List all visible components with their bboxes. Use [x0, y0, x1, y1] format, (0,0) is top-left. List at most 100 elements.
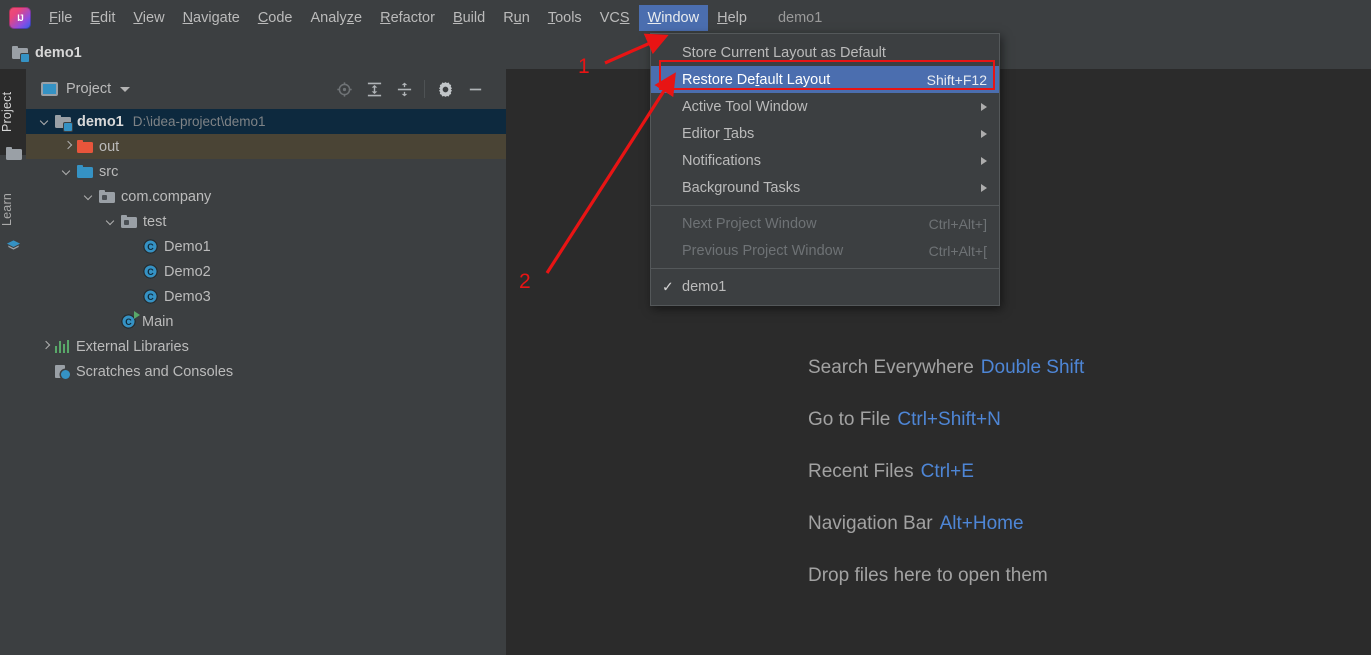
collapse-all-icon[interactable] [389, 76, 419, 102]
menu-item-demo1[interactable]: ✓ demo1 [651, 273, 999, 300]
check-icon: ✓ [662, 278, 674, 294]
tree-row-label: demo1 [77, 113, 124, 130]
menu-item-active-tool-window[interactable]: Active Tool Window [651, 93, 999, 120]
menu-item-label: Notifications [682, 152, 761, 169]
menubar-item-run[interactable]: Run [494, 5, 539, 31]
menu-item-notifications[interactable]: Notifications [651, 147, 999, 174]
chevron-down-icon[interactable] [84, 191, 95, 202]
menubar-item-vcs[interactable]: VCS [591, 5, 639, 31]
project-folder-icon [55, 114, 72, 131]
menubar-project-label: demo1 [777, 10, 823, 26]
editor-hint: Navigation Bar Alt+Home [808, 513, 1084, 535]
tree-row[interactable]: Demo1 [26, 234, 506, 259]
submenu-arrow-icon [981, 156, 987, 165]
tree-row-label: out [99, 138, 120, 155]
chevron-right-icon[interactable] [40, 341, 51, 352]
menubar-item-refactor[interactable]: Refactor [371, 5, 444, 31]
package-icon [121, 214, 137, 229]
idea-window: FileEditViewNavigateCodeAnalyzeRefactorB… [0, 0, 1371, 655]
tree-row[interactable]: Scratches and Consoles [26, 359, 506, 384]
project-tool-window: Project demo1 D:\idea-project\demo1 out … [26, 69, 507, 655]
menubar-item-analyze[interactable]: Analyze [302, 5, 372, 31]
submenu-arrow-icon [981, 129, 987, 138]
project-view-icon [41, 82, 58, 96]
chevron-down-icon[interactable] [40, 116, 51, 127]
tree-row-label: External Libraries [76, 338, 189, 355]
tree-row-label: test [143, 213, 167, 230]
editor-hints: Search Everywhere Double Shift Go to File C… [808, 357, 1084, 617]
java-main-class-icon [121, 311, 140, 329]
tree-row[interactable]: demo1 D:\idea-project\demo1 [26, 109, 506, 134]
menu-separator [651, 268, 999, 269]
chevron-right-icon[interactable] [62, 141, 73, 152]
tree-row-path: D:\idea-project\demo1 [132, 114, 266, 129]
editor-hint-action: Drop files here to open them [808, 565, 1048, 586]
java-class-icon [143, 239, 158, 254]
editor-hint-action: Navigation Bar [808, 513, 933, 534]
menu-item-editor-tabs[interactable]: Editor Tabs [651, 120, 999, 147]
sidebar-item-learn[interactable]: Learn [0, 173, 26, 247]
editor-hint-shortcut: Alt+Home [939, 513, 1024, 534]
menubar-item-view[interactable]: View [124, 5, 173, 31]
menu-item-label: Previous Project Window [682, 242, 844, 259]
menu-item-shortcut: Ctrl+Alt+] [928, 215, 987, 232]
tree-row-label: Demo3 [164, 288, 211, 305]
editor-hint-action: Recent Files [808, 461, 914, 482]
menubar-item-navigate[interactable]: Navigate [174, 5, 249, 31]
menubar-item-file[interactable]: File [40, 5, 81, 31]
expand-all-icon[interactable] [359, 76, 389, 102]
chevron-down-icon[interactable] [62, 166, 73, 177]
tree-row-label: Demo2 [164, 263, 211, 280]
menu-item-label: demo1 [682, 278, 727, 295]
folder-blue-icon [77, 164, 93, 179]
tree-row[interactable]: External Libraries [26, 334, 506, 359]
menu-item-shortcut: Ctrl+Alt+[ [928, 242, 987, 259]
submenu-arrow-icon [981, 102, 987, 111]
editor-hint: Search Everywhere Double Shift [808, 357, 1084, 379]
annotation-number-1: 1 [578, 55, 590, 78]
menubar-item-tools[interactable]: Tools [539, 5, 591, 31]
tree-no-arrow [40, 366, 51, 377]
learn-tab-icon [6, 239, 21, 253]
chevron-down-icon[interactable] [106, 216, 117, 227]
editor-hint-action: Go to File [808, 409, 891, 430]
stripe-label-learn: Learn [0, 193, 14, 227]
menu-item-label: Background Tasks [682, 179, 801, 196]
menubar-item-code[interactable]: Code [249, 5, 302, 31]
tree-row[interactable]: out [26, 134, 506, 159]
java-class-icon [143, 289, 158, 304]
tree-row[interactable]: test [26, 209, 506, 234]
menubar-item-window[interactable]: Window [638, 5, 709, 31]
sidebar-item-project[interactable]: Project [0, 69, 26, 155]
tree-no-arrow [128, 291, 139, 302]
menu-item-label: Editor Tabs [682, 125, 755, 142]
project-folder-icon [12, 45, 29, 62]
annotation-highlight-restore-default-layout [659, 60, 995, 90]
tree-row[interactable]: src [26, 159, 506, 184]
chevron-down-icon[interactable] [120, 86, 131, 92]
tree-no-arrow [128, 241, 139, 252]
settings-gear-icon[interactable] [430, 76, 460, 102]
menubar-item-edit[interactable]: Edit [81, 5, 124, 31]
toolbar-separator [424, 80, 425, 98]
stripe-label-project: Project [0, 91, 14, 133]
java-class-icon [143, 264, 158, 279]
menu-item-background-tasks[interactable]: Background Tasks [651, 174, 999, 201]
menu-bar: FileEditViewNavigateCodeAnalyzeRefactorB… [0, 0, 1371, 37]
project-tab-icon [6, 147, 22, 161]
annotation-number-2: 2 [519, 270, 531, 293]
package-icon [99, 189, 115, 204]
tree-no-arrow [106, 316, 117, 327]
folder-orange-icon [77, 139, 93, 154]
menubar-item-help[interactable]: Help [708, 5, 756, 31]
hide-icon[interactable] [460, 76, 490, 102]
tree-row[interactable]: Demo3 [26, 284, 506, 309]
tree-row[interactable]: Demo2 [26, 259, 506, 284]
tree-row[interactable]: com.company [26, 184, 506, 209]
locate-icon[interactable] [329, 76, 359, 102]
menu-item-previous-project-window: Previous Project Window Ctrl+Alt+[ [651, 237, 999, 264]
menu-item-label: Active Tool Window [682, 98, 808, 115]
submenu-arrow-icon [981, 183, 987, 192]
tree-row[interactable]: Main [26, 309, 506, 334]
menubar-item-build[interactable]: Build [444, 5, 494, 31]
